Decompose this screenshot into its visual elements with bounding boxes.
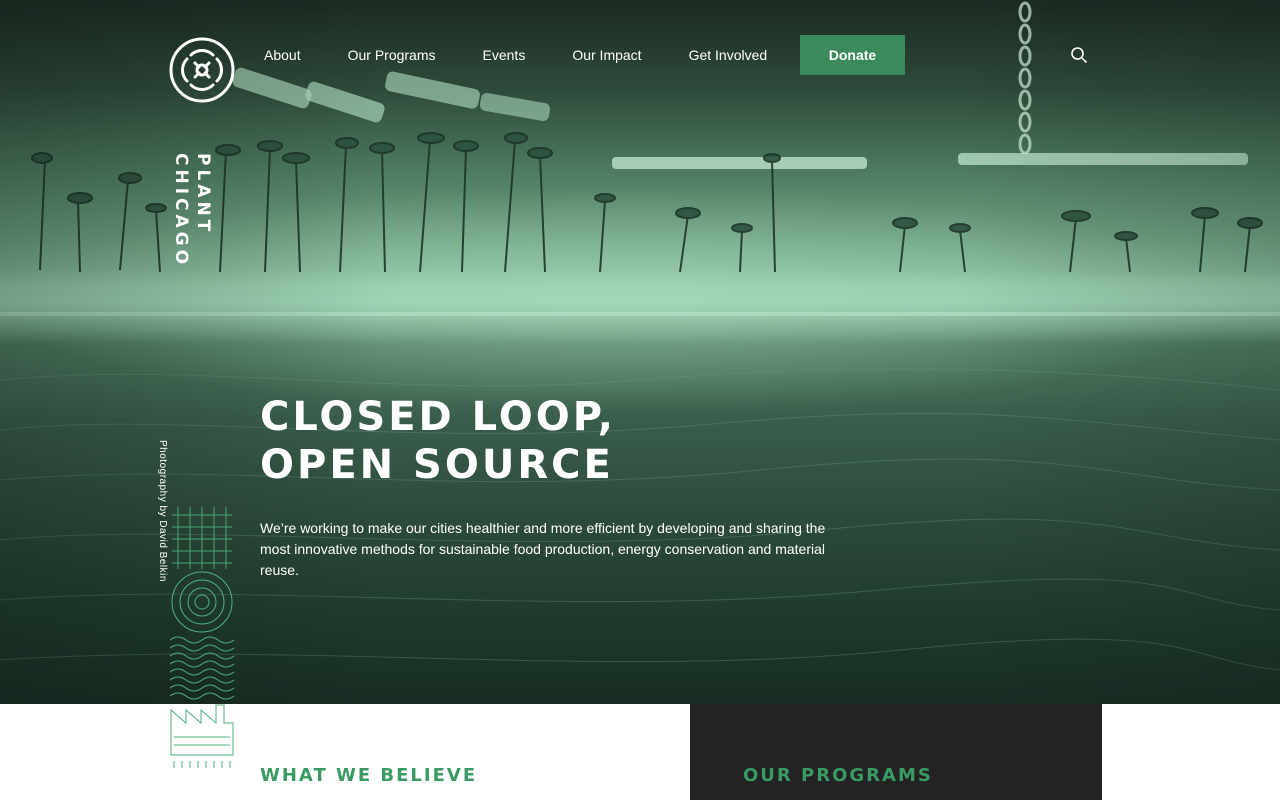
nav-item-about[interactable]: About <box>264 47 301 63</box>
what-we-believe-heading: WHAT WE BELIEVE <box>260 765 478 786</box>
photo-credit: Photography by David Belkin <box>157 440 168 582</box>
logo-emblem-icon <box>169 37 235 103</box>
logo-wordmark: PLANT CHICAGO <box>170 153 214 268</box>
donate-button[interactable]: Donate <box>800 35 905 75</box>
plant-chicago-logo[interactable]: PLANT CHICAGO <box>169 37 235 268</box>
search-icon[interactable] <box>1070 46 1088 64</box>
hero-headline-line2: OPEN SOURCE <box>260 442 614 488</box>
main-nav: About Our Programs Events Our Impact Get… <box>264 35 814 75</box>
our-programs-heading: OUR PROGRAMS <box>743 765 933 786</box>
logo-word-plant: PLANT <box>193 153 213 236</box>
hero-intro-text: We’re working to make our cities healthi… <box>260 520 826 578</box>
hero-headline-line1: CLOSED LOOP, <box>260 394 616 440</box>
nav-item-get-involved[interactable]: Get Involved <box>689 47 768 63</box>
nav-item-events[interactable]: Events <box>483 47 526 63</box>
nav-item-our-impact[interactable]: Our Impact <box>572 47 641 63</box>
logo-word-chicago: CHICAGO <box>171 153 191 269</box>
hero-headline: CLOSED LOOP, OPEN SOURCE <box>260 393 780 489</box>
decorative-pattern-icon <box>169 507 235 768</box>
our-programs-panel: OUR PROGRAMS <box>690 704 1102 800</box>
nav-item-our-programs[interactable]: Our Programs <box>348 47 436 63</box>
